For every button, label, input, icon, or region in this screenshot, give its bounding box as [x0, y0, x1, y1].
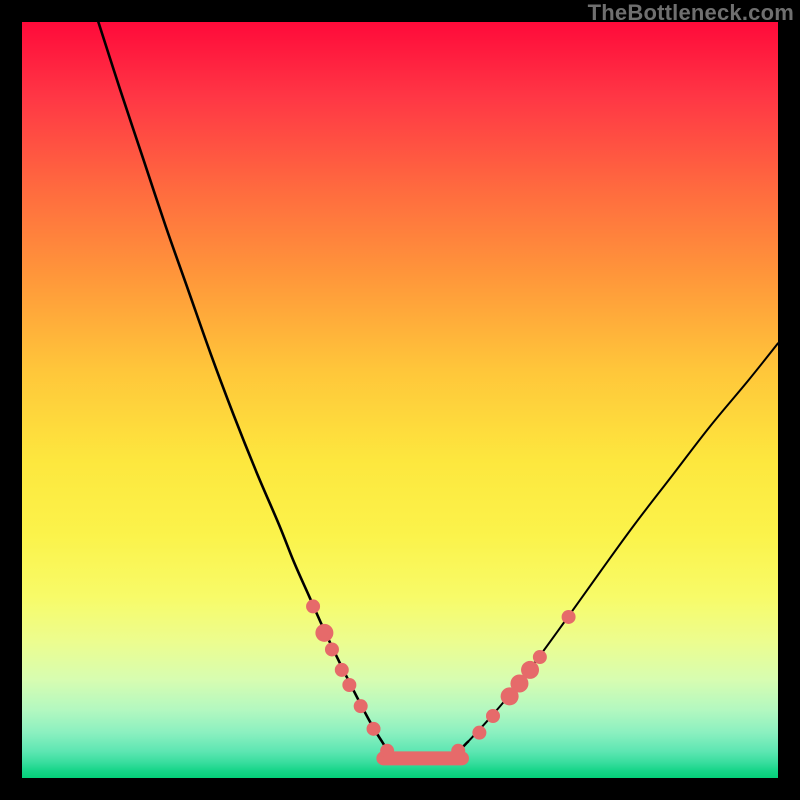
highlight-dot — [486, 709, 500, 723]
watermark-text: TheBottleneck.com — [588, 0, 794, 26]
highlight-dot — [354, 699, 368, 713]
highlight-dot — [367, 722, 381, 736]
plot-area — [22, 22, 778, 778]
chart-svg — [22, 22, 778, 778]
highlight-dot — [451, 744, 465, 758]
highlight-dot — [380, 744, 394, 758]
highlight-dot — [306, 599, 320, 613]
highlight-dot — [472, 726, 486, 740]
bottleneck-curve — [98, 22, 778, 759]
highlight-dot — [533, 650, 547, 664]
highlight-dot — [342, 678, 356, 692]
highlight-dot — [325, 642, 339, 656]
curve-left — [98, 22, 468, 759]
highlight-dot — [521, 661, 539, 679]
highlight-dot — [335, 663, 349, 677]
highlight-dot — [315, 624, 333, 642]
highlight-dot — [562, 610, 576, 624]
